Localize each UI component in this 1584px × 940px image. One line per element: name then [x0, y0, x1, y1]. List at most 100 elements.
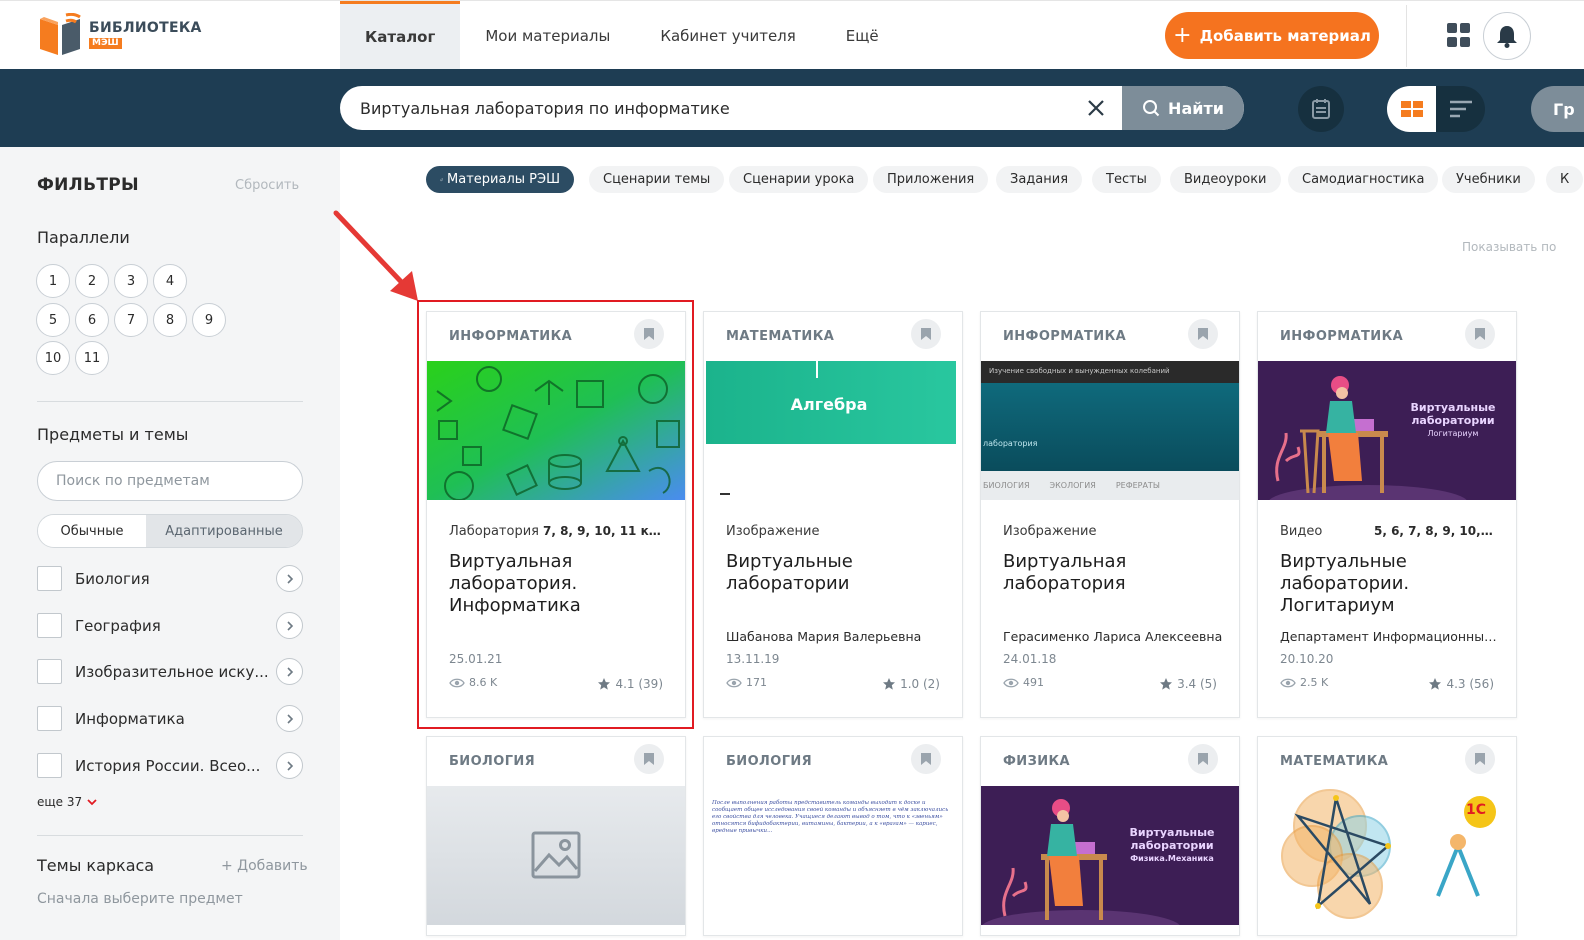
material-type-chips: Материалы РЭШ Сценарии темы Сценарии уро… — [426, 166, 1584, 194]
logo-title: БИБЛИОТЕКА — [89, 20, 202, 36]
library-logo[interactable]: БИБЛИОТЕКА МЭШ — [36, 13, 206, 59]
grade-1[interactable]: 1 — [36, 264, 70, 298]
grade-8[interactable]: 8 — [153, 303, 187, 337]
grade-3[interactable]: 3 — [114, 264, 148, 298]
subject-checkbox[interactable] — [37, 613, 62, 638]
material-card[interactable]: МАТЕМАТИКА 1С — [1257, 736, 1517, 936]
frame-topics-title: Темы каркаса — [37, 856, 155, 875]
grade-9[interactable]: 9 — [192, 303, 226, 337]
subject-label: Информатика — [75, 710, 185, 728]
subject-row: Информатика — [37, 705, 303, 733]
card-title[interactable]: Виртуальные лаборатории. Логитариум — [1280, 551, 1500, 617]
grade-5[interactable]: 5 — [36, 303, 70, 337]
search-input[interactable] — [360, 86, 1080, 130]
regular-subjects-tab[interactable]: Обычные — [38, 515, 146, 547]
expand-subject-button[interactable] — [276, 658, 303, 685]
bookmark-button[interactable] — [634, 744, 664, 774]
chevron-right-icon — [286, 713, 293, 724]
expand-subject-button[interactable] — [276, 705, 303, 732]
material-card[interactable]: ИНФОРМАТИКА Изучение свободных и вынужде… — [980, 311, 1240, 718]
notifications-button[interactable] — [1483, 12, 1531, 60]
add-frame-topic-link[interactable]: + Добавить — [221, 858, 308, 874]
chip-video-lessons[interactable]: Видеоуроки — [1170, 166, 1281, 193]
expand-subject-button[interactable] — [276, 612, 303, 639]
grade-10[interactable]: 10 — [36, 341, 70, 375]
calendar-button[interactable] — [1298, 86, 1344, 132]
subject-label: География — [75, 617, 161, 635]
card-title[interactable]: Виртуальная лаборатория — [1003, 551, 1223, 595]
apps-grid-icon[interactable] — [1447, 23, 1471, 47]
material-card[interactable]: БИОЛОГИЯ — [426, 736, 686, 936]
expand-subject-button[interactable] — [276, 565, 303, 592]
top-header: БИБЛИОТЕКА МЭШ Каталог Мои материалы Каб… — [0, 0, 1584, 70]
sidebar-divider — [37, 835, 303, 836]
nav-more[interactable]: Ещё — [821, 1, 904, 70]
filters-sidebar: ФИЛЬТРЫ Сбросить Параллели 1 2 3 4 5 6 7… — [0, 147, 340, 940]
material-card[interactable]: ФИЗИКА Виртуальные лаборатории Физика.Ме… — [980, 736, 1240, 936]
card-author: Департамент Информационных... — [1280, 629, 1502, 644]
chip-tests[interactable]: Тесты — [1092, 166, 1161, 193]
rating-value: 3.4 (5) — [1177, 677, 1217, 691]
thumb-menu: БИОЛОГИЯ ЭКОЛОГИЯ РЕФЕРАТЫ — [981, 471, 1239, 500]
bookmark-button[interactable] — [911, 319, 941, 349]
bookmark-button[interactable] — [1188, 744, 1218, 774]
nav-teacher-cabinet[interactable]: Кабинет учителя — [635, 1, 820, 70]
group-button[interactable]: Гр — [1531, 86, 1584, 132]
chip-tasks[interactable]: Задания — [996, 166, 1083, 193]
list-view-button[interactable] — [1436, 86, 1485, 132]
sidebar-divider — [37, 401, 303, 402]
chip-apps[interactable]: Приложения — [873, 166, 989, 193]
card-grades: 5, 6, 7, 8, 9, 10, 11... — [1374, 524, 1494, 538]
card-date: 20.10.20 — [1280, 652, 1334, 666]
chip-lesson-scenarios[interactable]: Сценарии урока — [729, 166, 869, 193]
subject-checkbox[interactable] — [37, 753, 62, 778]
chip-textbooks[interactable]: Учебники — [1442, 166, 1535, 193]
adapted-subjects-tab[interactable]: Адаптированные — [146, 515, 302, 547]
logo-subtitle: МЭШ — [89, 38, 122, 49]
chip-more[interactable]: К — [1546, 166, 1584, 193]
material-card[interactable]: МАТЕМАТИКА Алгебра Изображение Виртуальн… — [703, 311, 963, 718]
bookmark-button[interactable] — [1465, 744, 1495, 774]
main-nav: Каталог Мои материалы Кабинет учителя Ещ… — [340, 1, 904, 70]
show-more-subjects-link[interactable]: еще 37 — [37, 795, 97, 809]
bookmark-button[interactable] — [1465, 319, 1495, 349]
card-thumbnail: Виртуальные лаборатории Логитариум — [1258, 361, 1516, 500]
thumbnail-caption: ЭКОЛОГИЯ — [1049, 481, 1096, 490]
grade-4[interactable]: 4 — [153, 264, 187, 298]
subject-checkbox[interactable] — [37, 706, 62, 731]
find-button[interactable]: Найти — [1122, 86, 1244, 130]
chip-resh-materials[interactable]: Материалы РЭШ — [426, 166, 574, 193]
nav-catalog[interactable]: Каталог — [340, 1, 461, 70]
add-material-button[interactable]: + Добавить материал — [1165, 12, 1379, 59]
grade-6[interactable]: 6 — [75, 303, 109, 337]
grade-11[interactable]: 11 — [75, 341, 109, 375]
chip-label: Материалы РЭШ — [447, 172, 560, 187]
subject-label: Биология — [75, 570, 150, 588]
material-card[interactable]: ИНФОРМАТИКА Виртуальные лаборатории Логи… — [1257, 311, 1517, 718]
bookmark-icon — [644, 753, 654, 765]
expand-subject-button[interactable] — [276, 752, 303, 779]
material-card[interactable]: БИОЛОГИЯ После выполнения работы предста… — [703, 736, 963, 936]
card-thumbnail: Виртуальные лаборатории Физика.Механика — [981, 786, 1239, 925]
reset-filters-link[interactable]: Сбросить — [235, 178, 299, 193]
grade-7[interactable]: 7 — [114, 303, 148, 337]
show-by-label: Показывать по — [1462, 240, 1557, 254]
clear-search-icon[interactable] — [1086, 98, 1106, 118]
chip-self-diagnostics[interactable]: Самодиагностика — [1288, 166, 1439, 193]
thumbnail-caption: БИОЛОГИЯ — [983, 481, 1030, 490]
grid-view-button[interactable] — [1387, 86, 1436, 132]
find-label: Найти — [1168, 98, 1224, 118]
card-title[interactable]: Виртуальные лаборатории — [726, 551, 946, 595]
grade-2[interactable]: 2 — [75, 264, 109, 298]
card-type: Изображение — [1003, 524, 1097, 539]
nav-my-materials[interactable]: Мои материалы — [460, 1, 635, 70]
bookmark-button[interactable] — [911, 744, 941, 774]
subject-row: Изобразительное иску... — [37, 658, 303, 686]
views-count: 491 — [1023, 676, 1044, 689]
subject-checkbox[interactable] — [37, 566, 62, 591]
chip-topic-scenarios[interactable]: Сценарии темы — [589, 166, 725, 193]
subject-checkbox[interactable] — [37, 659, 62, 684]
subject-search-input[interactable] — [37, 461, 303, 501]
card-type: Видео — [1280, 524, 1323, 539]
bookmark-button[interactable] — [1188, 319, 1218, 349]
